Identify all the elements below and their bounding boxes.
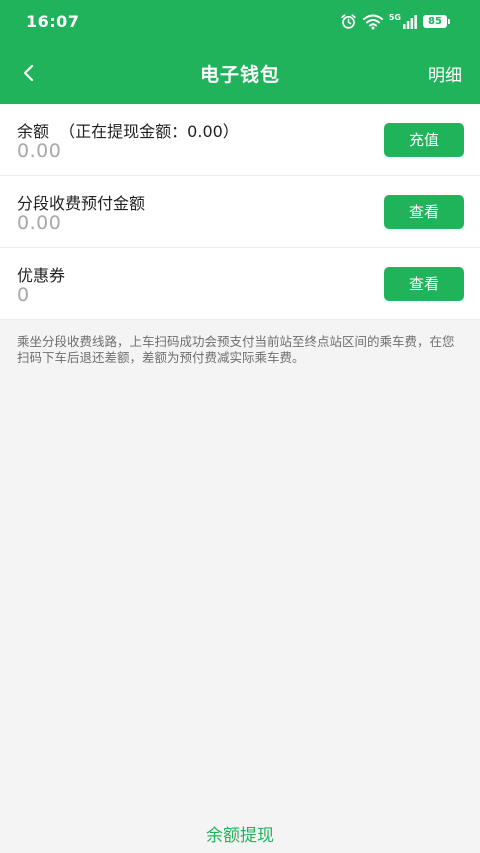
coupon-value: 0 <box>17 284 30 306</box>
coupon-card: 优惠券 0 查看 <box>0 248 480 320</box>
signal-icon <box>403 14 417 29</box>
balance-label: 余额 （正在提现金额：0.00） <box>17 122 239 141</box>
battery-icon: 85 <box>423 15 450 28</box>
page-title: 电子钱包 <box>199 64 280 86</box>
header: 16:07 5G 85 电子钱包 明细 <box>0 0 480 104</box>
prepay-note: 乘坐分段收费线路，上车扫码成功会预支付当前站至终点站区间的乘车费，在您扫码下车后… <box>17 334 455 365</box>
balance-value: 0.00 <box>17 140 62 162</box>
alarm-icon <box>341 14 356 29</box>
prepay-value: 0.00 <box>17 212 62 234</box>
prepay-card: 分段收费预付金额 0.00 查看 <box>0 176 480 248</box>
network-label: 5G <box>388 13 401 22</box>
balance-card: 余额 （正在提现金额：0.00） 0.00 充值 <box>0 104 480 176</box>
wifi-icon <box>362 14 383 29</box>
prepay-label: 分段收费预付金额 <box>17 194 146 213</box>
status-time: 16:07 <box>26 12 80 31</box>
status-icons: 5G 85 <box>340 13 450 30</box>
status-bar: 16:07 5G 85 <box>0 0 480 44</box>
withdraw-button[interactable]: 余额提现 <box>0 821 480 846</box>
view-coupon-button[interactable]: 查看 <box>384 267 464 301</box>
recharge-button[interactable]: 充值 <box>384 123 464 157</box>
detail-link[interactable]: 明细 <box>428 61 462 86</box>
coupon-label: 优惠券 <box>17 266 66 285</box>
battery-level: 85 <box>423 15 447 28</box>
view-prepay-button[interactable]: 查看 <box>384 195 464 229</box>
nav-bar: 电子钱包 明细 <box>0 44 480 104</box>
